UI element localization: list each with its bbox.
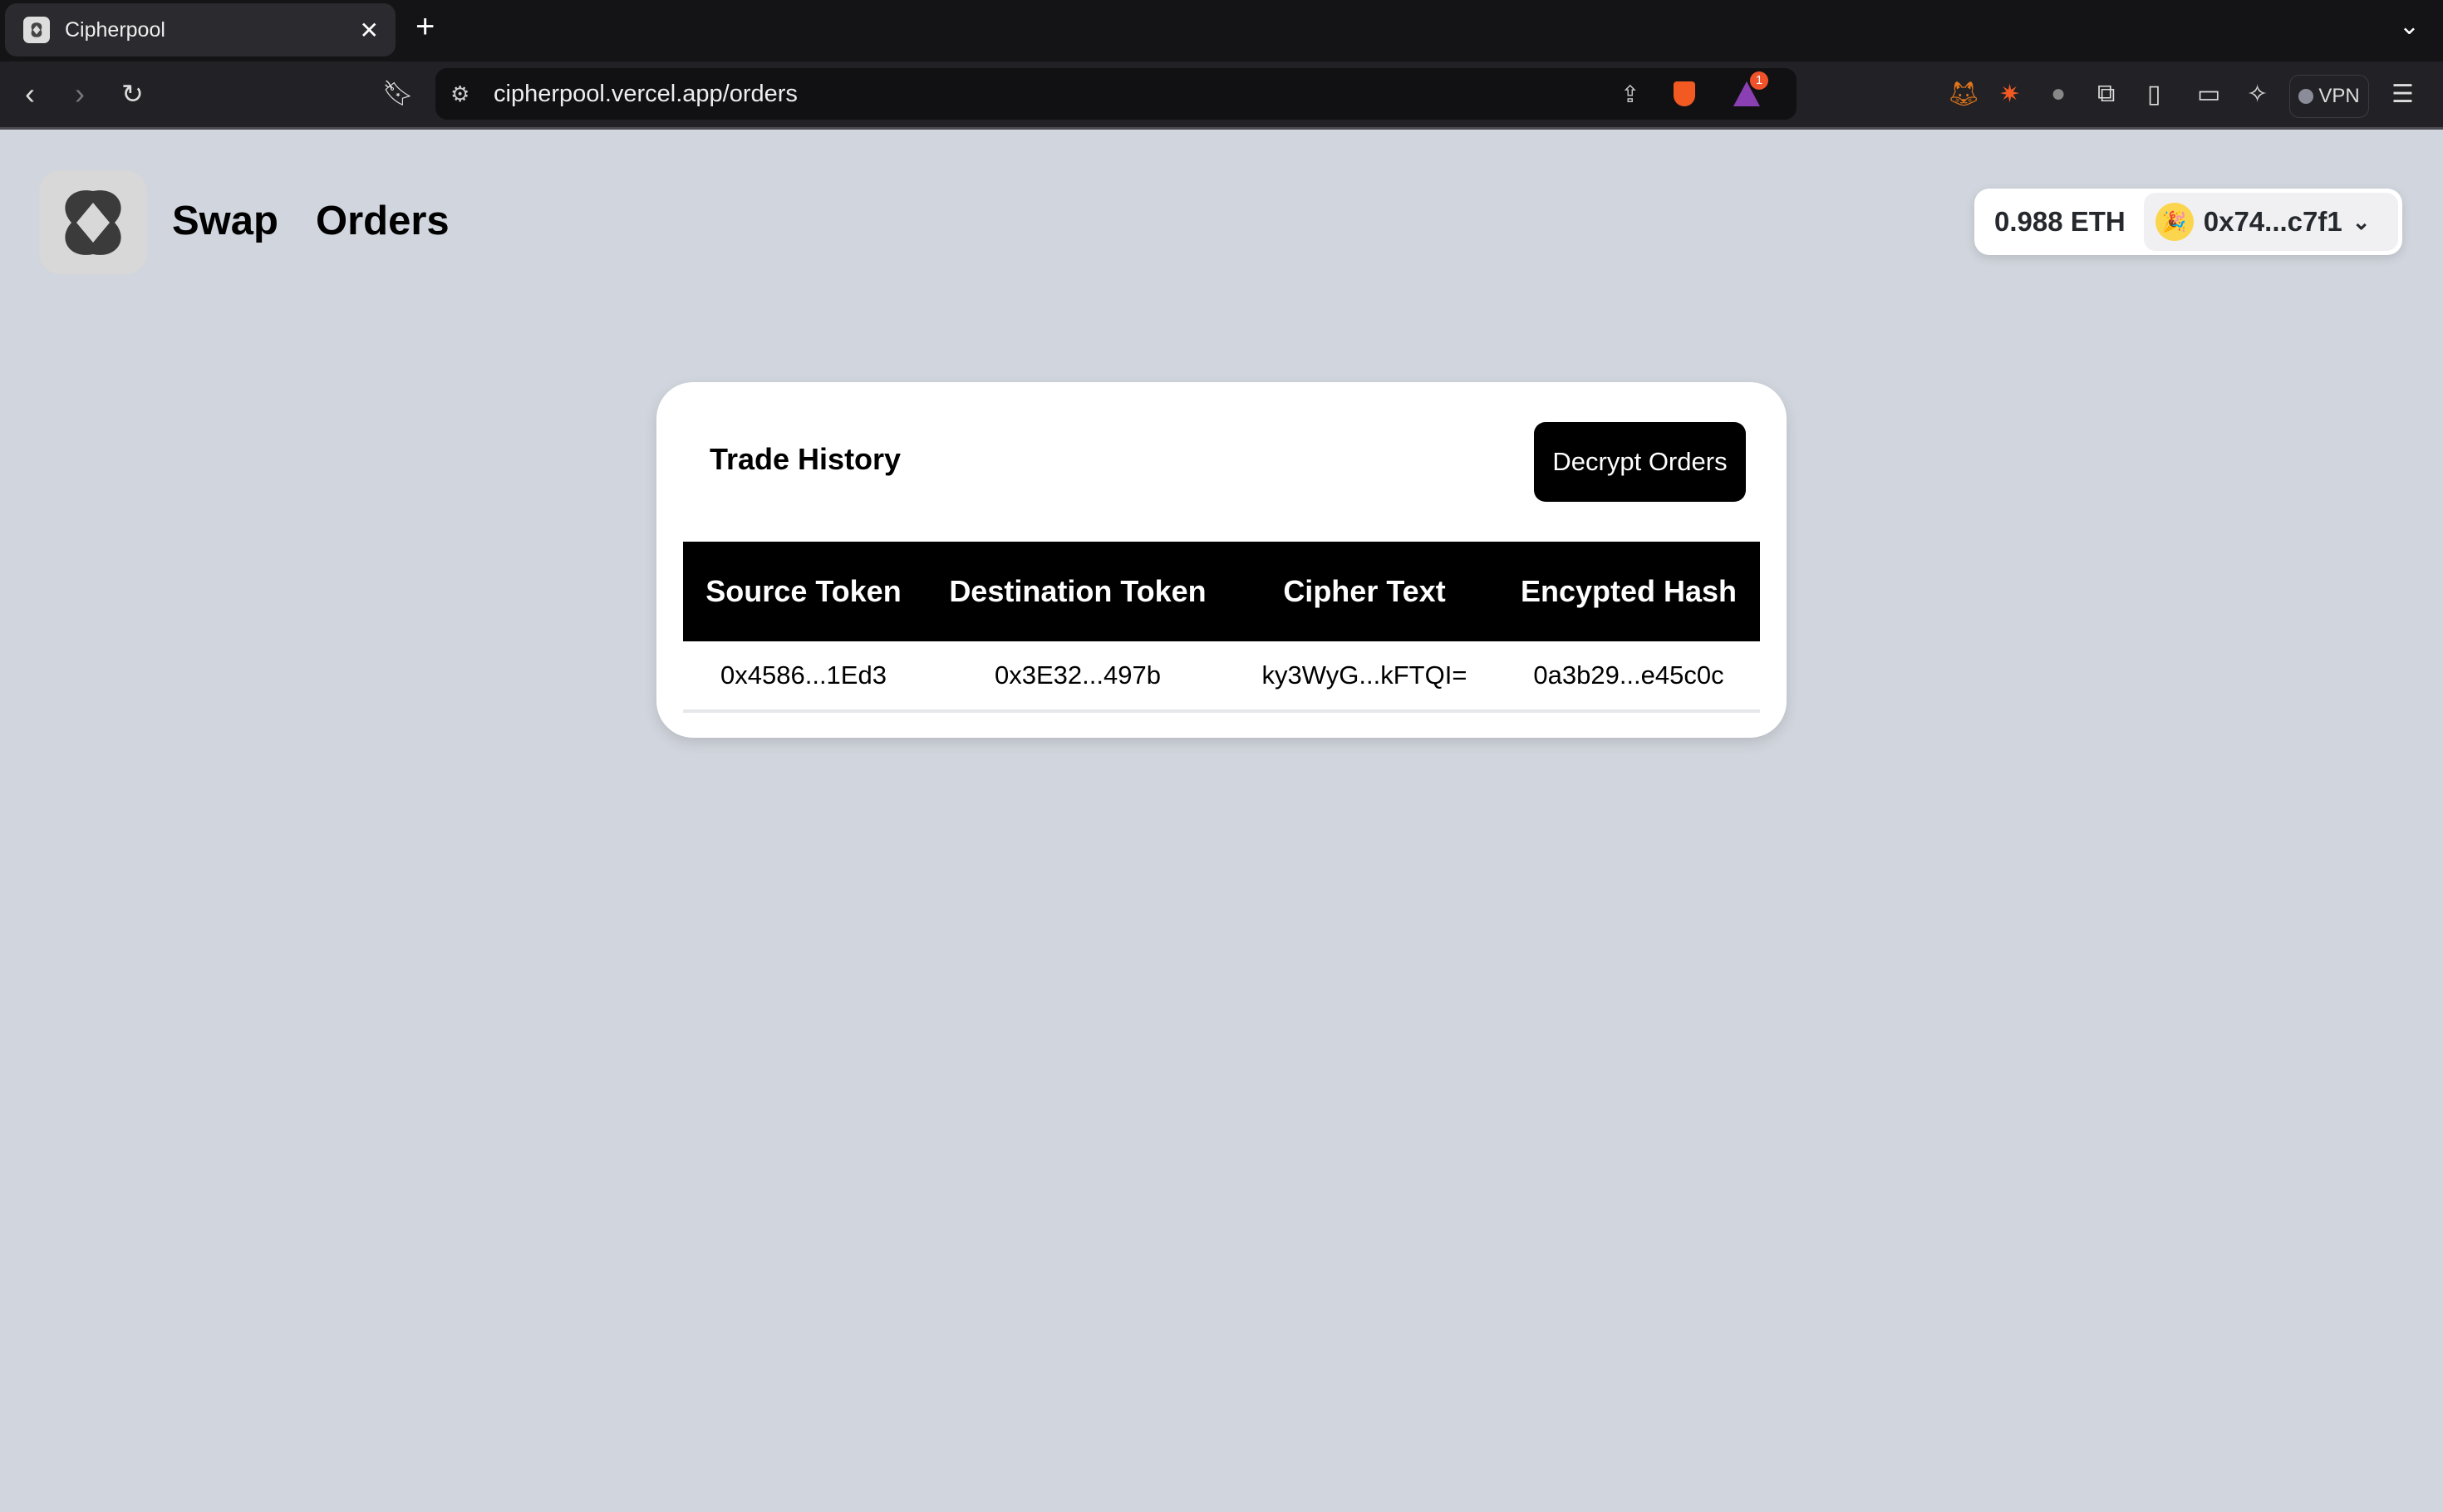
vpn-status-icon — [2298, 89, 2314, 104]
extension-burst-icon[interactable]: ✷ — [1999, 80, 2020, 109]
wallet-connect-button[interactable]: 0.988 ETH 🎉 0x74...c7f1 ⌄ — [1974, 189, 2402, 255]
share-icon[interactable]: ⇪ — [1620, 81, 1639, 108]
address-bar[interactable]: ⚙︎ cipherpool.vercel.app/orders ⇪ 1 — [435, 68, 1797, 120]
column-header: Encypted Hash — [1497, 542, 1760, 641]
forward-icon[interactable]: › — [75, 73, 85, 115]
bookmark-icon[interactable]: 🔖︎ — [382, 73, 414, 115]
table-cell: 0x4586...1Ed3 — [683, 641, 924, 713]
trade-history-card: Trade History Decrypt Orders Source Toke… — [656, 382, 1787, 738]
account-address: 0x74...c7f1 — [2203, 206, 2342, 237]
table-cell: ky3WyG...kFTQI= — [1231, 641, 1497, 713]
account-button[interactable]: 🎉 0x74...c7f1 ⌄ — [2143, 193, 2398, 251]
wallet-icon[interactable]: ▭ — [2197, 80, 2220, 109]
url-text[interactable]: cipherpool.vercel.app/orders — [494, 81, 798, 108]
sidebar-icon[interactable]: ▯ — [2147, 80, 2161, 109]
tab-title: Cipherpool — [65, 17, 165, 42]
tab-list-chevron-icon[interactable]: ⌄ — [2399, 12, 2420, 41]
browser-tab-bar: Cipherpool ✕ + ⌄ — [0, 0, 2443, 61]
column-header: Destination Token — [924, 542, 1231, 641]
close-tab-icon[interactable]: ✕ — [360, 17, 379, 44]
eth-balance: 0.988 ETH — [1994, 206, 2126, 237]
browser-tab[interactable]: Cipherpool ✕ — [5, 3, 396, 56]
column-header: Source Token — [683, 542, 924, 641]
back-icon[interactable]: ‹ — [25, 73, 35, 115]
reload-icon[interactable]: ↻ — [121, 73, 144, 115]
extension-bug-icon[interactable]: ● — [2051, 80, 2066, 108]
chevron-down-icon: ⌄ — [2352, 209, 2371, 234]
rewards-badge: 1 — [1750, 71, 1768, 90]
metamask-icon[interactable]: 🦊︎ — [1948, 80, 1979, 109]
cipherpool-favicon — [23, 17, 50, 43]
card-title: Trade History — [710, 442, 902, 476]
cipherpool-logo[interactable] — [39, 170, 147, 274]
table-header-row: Source Token Destination Token Cipher Te… — [683, 542, 1760, 641]
vpn-label: VPN — [2318, 85, 2360, 107]
table-cell: 0x3E32...497b — [924, 641, 1231, 713]
new-tab-icon[interactable]: + — [415, 8, 435, 46]
column-header: Cipher Text — [1231, 542, 1497, 641]
nav-swap[interactable]: Swap — [172, 198, 278, 244]
nav-orders[interactable]: Orders — [316, 198, 450, 244]
menu-icon[interactable]: ☰ — [2391, 80, 2414, 109]
leo-ai-icon[interactable]: ✧ — [2247, 80, 2268, 109]
table-cell: 0a3b29...e45c0c — [1497, 641, 1760, 713]
vpn-button[interactable]: VPN — [2289, 75, 2369, 118]
brave-shields-icon[interactable] — [1674, 81, 1695, 106]
extensions-puzzle-icon[interactable]: ⧉ — [2097, 80, 2115, 108]
site-settings-icon[interactable]: ⚙︎ — [450, 81, 469, 107]
table-row: 0x4586...1Ed3 0x3E32...497b ky3WyG...kFT… — [683, 641, 1760, 713]
decrypt-orders-button[interactable]: Decrypt Orders — [1534, 422, 1746, 502]
party-popper-avatar-icon: 🎉 — [2155, 203, 2194, 241]
trade-history-table: Source Token Destination Token Cipher Te… — [683, 542, 1760, 713]
browser-toolbar: ‹ › ↻ 🔖︎ ⚙︎ cipherpool.vercel.app/orders… — [0, 61, 2443, 130]
